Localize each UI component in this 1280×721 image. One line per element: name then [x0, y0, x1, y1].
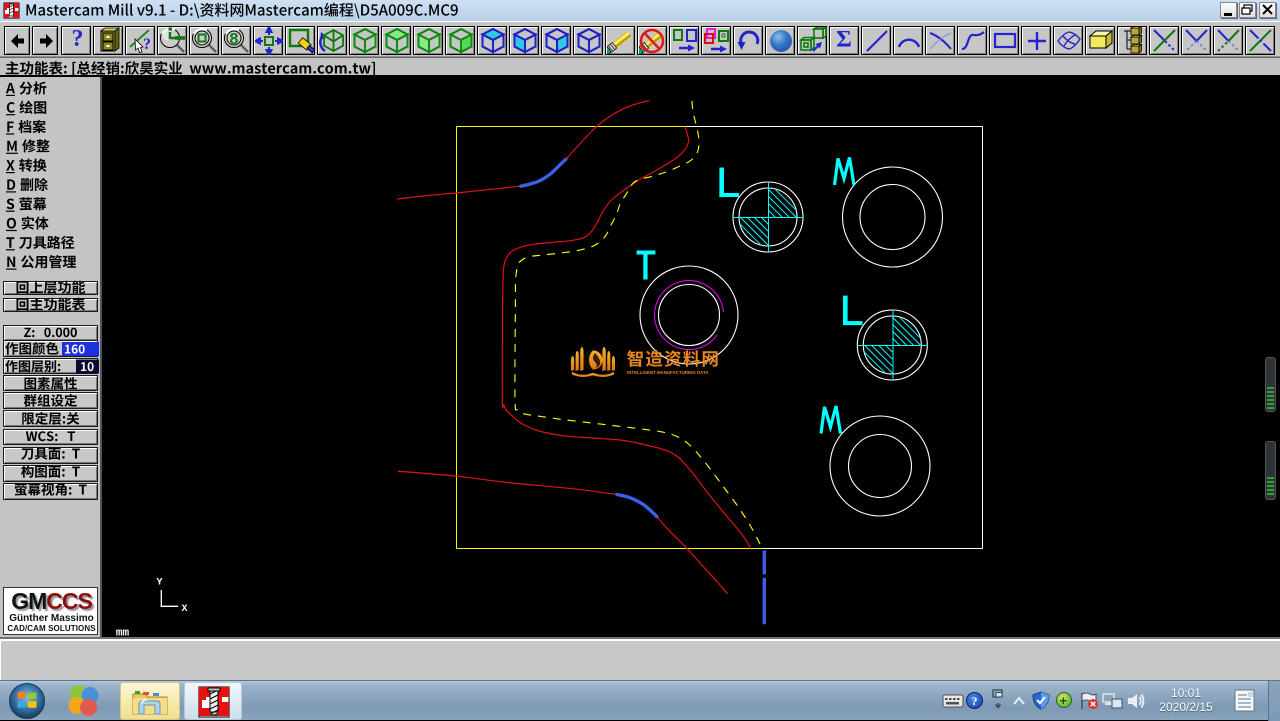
svg-text:INTELLIGENT MANUFACTURING DATA: INTELLIGENT MANUFACTURING DATA: [627, 370, 709, 375]
svg-text:Y: Y: [157, 578, 163, 589]
svg-text:X: X: [182, 604, 188, 615]
svg-text:8: 8: [230, 31, 239, 48]
svg-text:mm: mm: [116, 628, 130, 638]
svg-text:?: ?: [143, 36, 151, 53]
